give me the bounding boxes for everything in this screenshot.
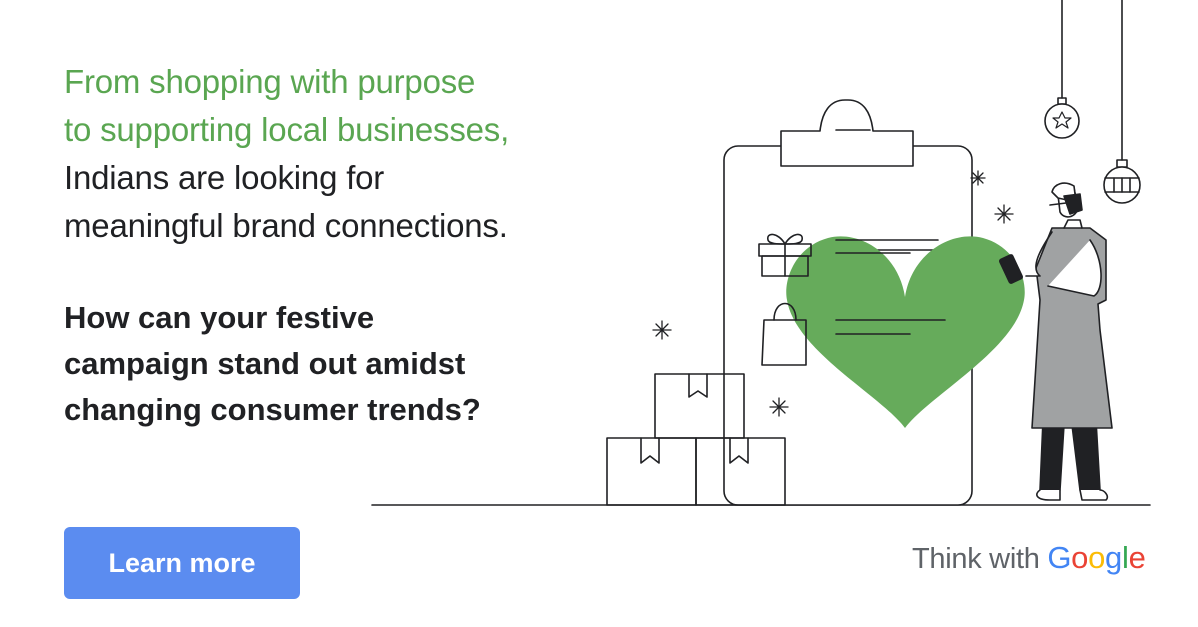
hanging-ornament-icons	[1044, 0, 1141, 204]
festive-illustration	[371, 0, 1151, 506]
person-illustration	[999, 182, 1113, 501]
